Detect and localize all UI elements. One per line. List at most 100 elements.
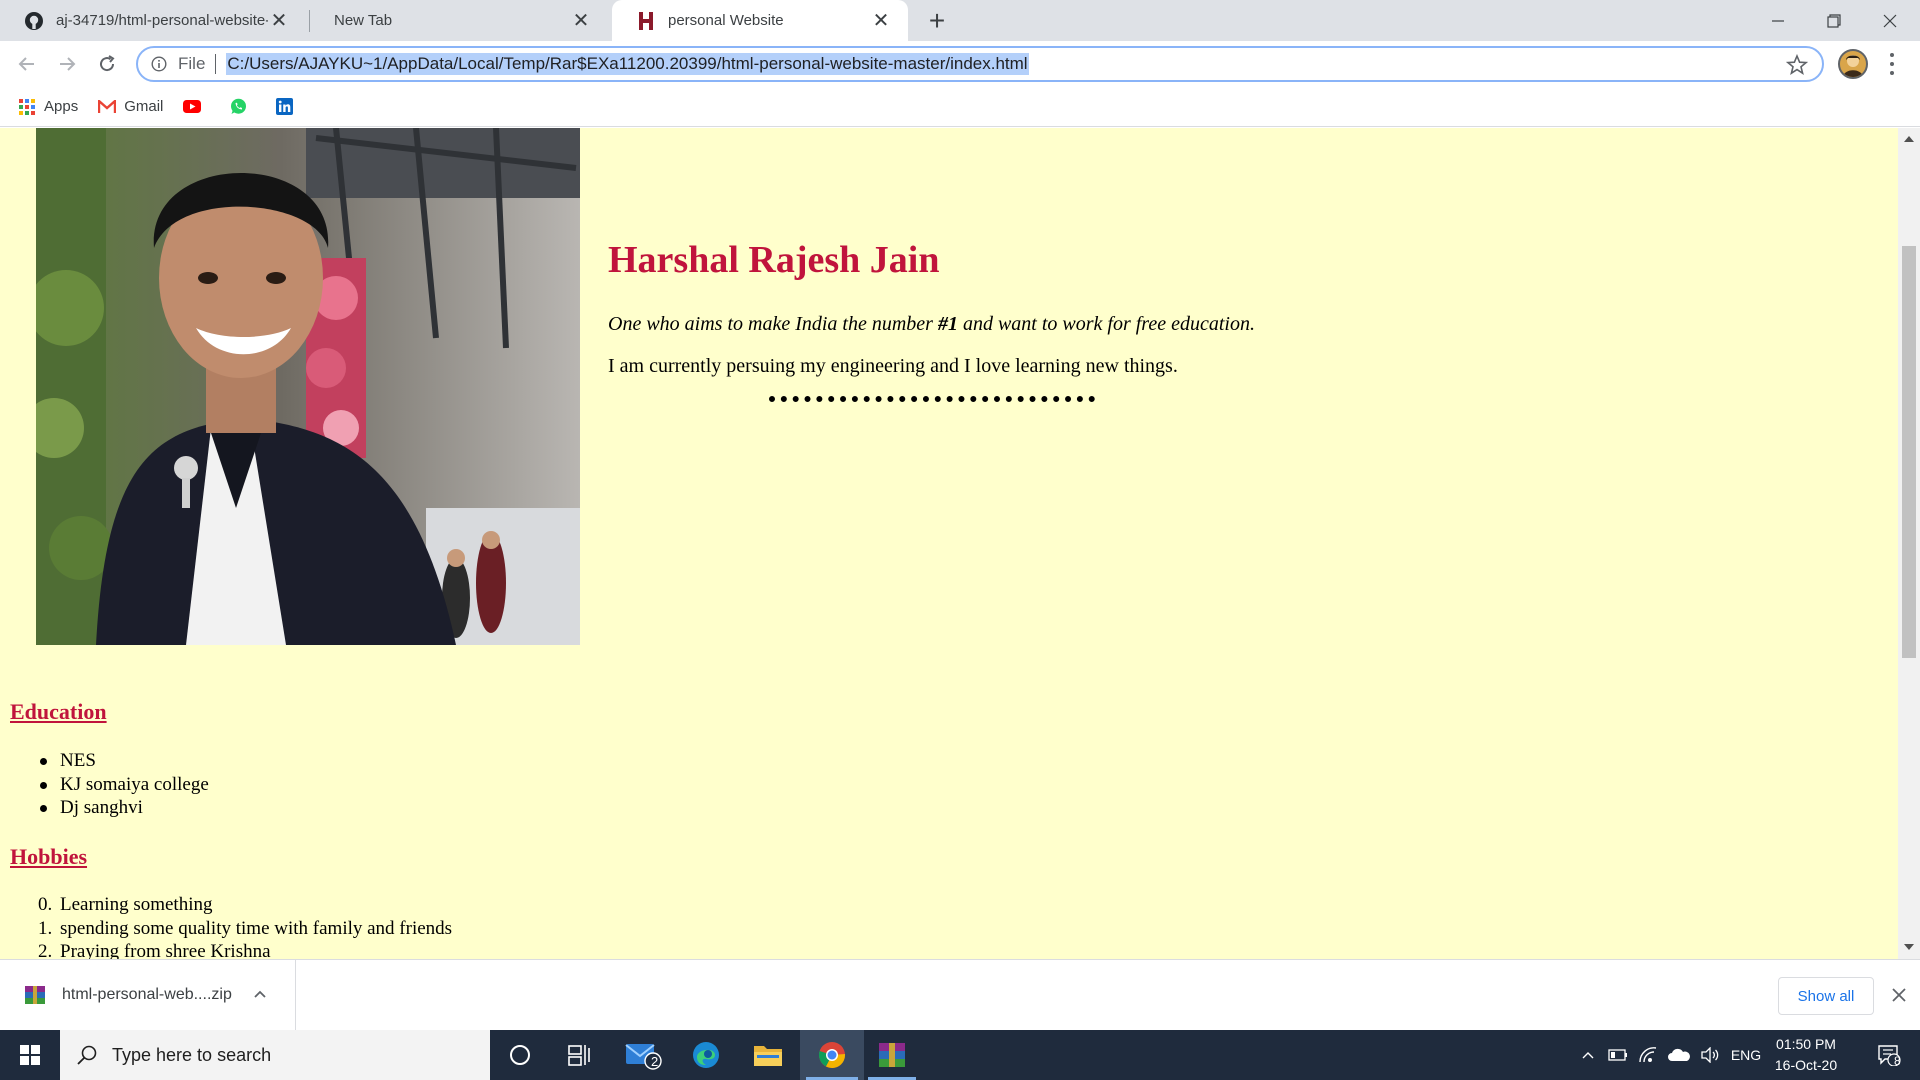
list-item: NES [40,749,209,773]
battery-tray-button[interactable] [1606,1030,1630,1080]
tab-new-tab[interactable]: New Tab ✕ [310,0,608,41]
url-text[interactable]: C:/Users/AJAYKU~1/AppData/Local/Temp/Rar… [226,53,1029,75]
tagline-emphasis: #1 [937,313,958,335]
whatsapp-icon [229,98,247,116]
task-view-icon [568,1045,590,1066]
browser-toolbar: File C:/Users/AJAYKU~1/AppData/Local/Tem… [0,41,1920,87]
list-item-text: Learning something [60,894,213,915]
scroll-up-arrow-icon[interactable] [1904,136,1914,142]
list-number: 2. [38,941,53,959]
forward-button[interactable] [50,47,84,81]
search-placeholder: Type here to search [112,1044,272,1065]
wifi-tray-button[interactable] [1636,1030,1660,1080]
folder-icon [754,1046,782,1066]
github-icon [24,11,44,31]
chrome-button[interactable] [800,1030,864,1080]
profile-photo [36,128,580,645]
list-item: KJ somaiya college [40,773,209,795]
new-tab-button[interactable]: + [922,5,952,36]
info-icon[interactable] [150,55,168,73]
education-heading: Education [10,699,107,724]
tab-github[interactable]: aj-34719/html-personal-website-master ✕ [0,0,306,41]
windows-logo-icon [20,1045,40,1065]
page-viewport: Harshal Rajesh Jain One who aims to make… [0,128,1898,959]
windows-taskbar: Type here to search 2 ENG 01:50 PM 16-Oc… [0,1030,1920,1080]
browser-menu-button[interactable] [1882,51,1902,77]
winrar-button[interactable] [862,1030,922,1080]
window-close-button[interactable] [1862,0,1918,41]
minimize-icon [1772,19,1784,22]
intro-paragraph: I am currently persuing my engineering a… [608,355,1178,377]
restore-button[interactable] [1806,0,1862,41]
edge-button[interactable] [676,1030,736,1080]
action-center-button[interactable]: 8 [1864,1030,1914,1080]
bookmark-youtube[interactable] [183,98,209,116]
list-item-text: spending some quality time with family a… [60,917,453,939]
address-bar[interactable]: File C:/Users/AJAYKU~1/AppData/Local/Tem… [136,46,1824,82]
clock-time: 01:50 PM [1776,1036,1836,1052]
page-title: Harshal Rajesh Jain [608,239,940,281]
volume-tray-button[interactable] [1698,1030,1722,1080]
address-divider [215,54,217,74]
taskbar-clock[interactable]: 01:50 PM 16-Oct-20 [1766,1034,1846,1076]
search-icon [76,1044,98,1066]
back-arrow-icon [18,57,34,71]
bookmark-gmail[interactable]: Gmail [98,98,163,116]
back-button[interactable] [10,47,44,81]
hobbies-list: 0. Learning something 1. spending some qua… [38,893,453,959]
scrollbar-thumb[interactable] [1902,246,1916,658]
tagline-text-end: and want to work for free education. [957,313,1255,335]
cortana-button[interactable] [490,1030,550,1080]
restore-icon [1827,13,1841,28]
bookmark-linkedin[interactable] [275,98,301,116]
taskbar-search-box[interactable]: Type here to search [60,1030,490,1080]
file-explorer-button[interactable] [738,1030,798,1080]
tagline: One who aims to make India the number #1… [608,313,1255,336]
minimize-button[interactable] [1750,0,1806,41]
onedrive-tray-button[interactable] [1666,1030,1692,1080]
profile-avatar[interactable] [1838,49,1868,79]
download-item[interactable]: html-personal-web....zip [0,960,296,1030]
bookmarks-bar: Apps Gmail [0,87,1920,127]
reload-button[interactable] [90,47,124,81]
list-item: 2. Praying from shree Krishna [38,940,452,959]
archive-file-icon [24,984,46,1006]
chevron-up-icon [1582,1052,1594,1059]
show-hidden-icons-button[interactable] [1578,1030,1598,1080]
task-view-button[interactable] [550,1030,610,1080]
cloud-icon [1668,1048,1690,1061]
download-file-name: html-personal-web....zip [62,986,232,1003]
scroll-down-arrow-icon[interactable] [1904,944,1914,950]
tagline-text: One who aims to make India the number [608,313,938,335]
close-icon [1892,988,1906,1002]
h-logo-icon [636,11,656,31]
mail-app-button[interactable]: 2 [614,1030,674,1080]
close-icon[interactable]: ✕ [870,10,892,32]
tab-strip: aj-34719/html-personal-website-master ✕ … [0,0,1920,41]
battery-icon [1608,1049,1627,1061]
tab-personal-website[interactable]: personal Website ✕ [612,0,908,41]
list-item: Dj sanghvi [40,796,209,820]
show-all-button[interactable]: Show all [1778,977,1874,1015]
cortana-circle-icon [510,1045,530,1065]
forward-arrow-icon [60,57,76,71]
bookmark-whatsapp[interactable] [229,98,255,116]
page-scrollbar[interactable] [1898,128,1920,959]
language-indicator[interactable]: ENG [1728,1030,1764,1080]
tab-title: New Tab [334,12,393,29]
bookmark-star-icon[interactable] [1785,53,1809,76]
tab-title: personal Website [668,12,784,29]
dotted-divider [769,396,1095,402]
reload-icon [100,55,115,72]
chevron-up-icon[interactable] [253,986,277,1004]
list-number: 0. [38,894,53,915]
close-icon[interactable]: ✕ [268,10,290,32]
list-item-text: Praying from shree Krishna [60,941,271,959]
wifi-icon [1639,1047,1657,1063]
bookmark-apps[interactable]: Apps [18,98,78,116]
list-item: 0. Learning something [38,893,452,917]
close-shelf-button[interactable] [1888,982,1910,1008]
notification-count: 8 [1894,1054,1901,1068]
start-button[interactable] [0,1030,60,1080]
close-icon[interactable]: ✕ [570,10,592,32]
